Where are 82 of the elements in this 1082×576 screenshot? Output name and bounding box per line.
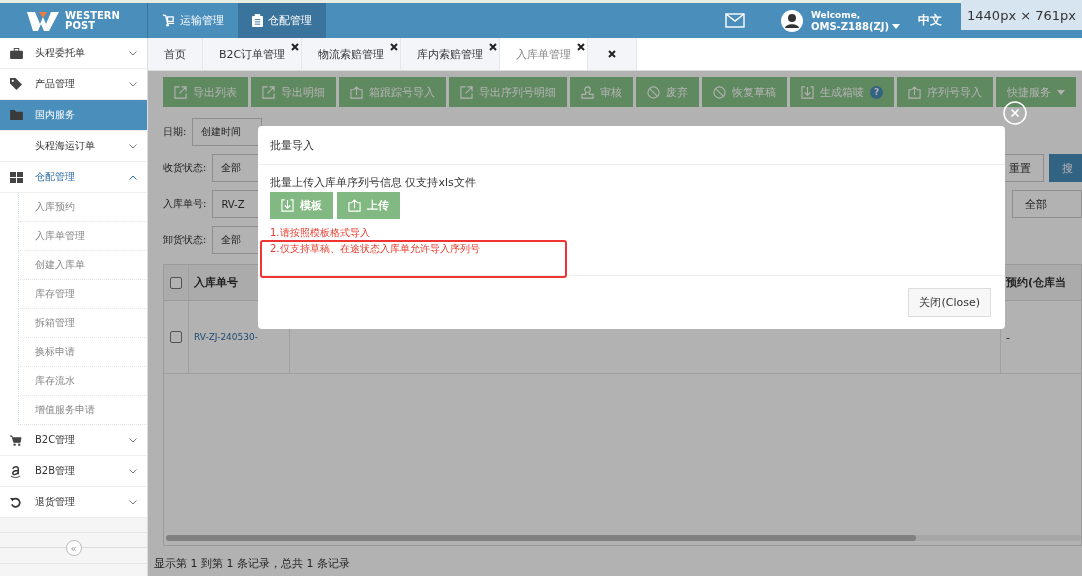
logo-text: POST (65, 20, 96, 31)
export-icon (174, 85, 187, 99)
toolbar-button[interactable]: 生成箱唛 ? (790, 77, 894, 107)
sidebar-subitem[interactable]: 入库预约 (18, 193, 147, 222)
close-icon[interactable] (291, 43, 300, 51)
amazon-a-icon (10, 464, 21, 478)
toolbar-button[interactable]: 导出列表 (163, 77, 248, 107)
sidebar-subitem[interactable]: 增值服务申请 (18, 396, 147, 425)
upload-button[interactable]: 上传 (337, 192, 400, 219)
briefcase-icon (10, 47, 23, 59)
size-label: 1440px × 761px (961, 0, 1082, 30)
toolbar-button[interactable]: 废弃 (636, 77, 699, 107)
ban-icon (713, 85, 726, 99)
upload-icon (908, 85, 921, 99)
page-tab[interactable]: 首页 (148, 38, 203, 70)
download-icon (281, 199, 294, 212)
toolbar-button[interactable]: 快捷服务 (996, 77, 1076, 107)
template-button[interactable]: 模板 (270, 192, 333, 219)
filter-label: 入库单号: (163, 197, 208, 211)
close-icon[interactable] (489, 43, 498, 51)
toolbar-button[interactable]: 箱跟踪号导入 (339, 77, 446, 107)
welcome-text: Welcome, (810, 8, 862, 21)
filter-label: 收货状态: (163, 161, 208, 175)
scrollbar-thumb[interactable] (166, 535, 916, 541)
page-tab[interactable]: 物流索赔管理 (302, 38, 402, 70)
sidebar-item[interactable]: 退货管理 (0, 487, 147, 518)
upload-icon (350, 85, 363, 99)
nav-tab[interactable]: 运输管理 (148, 3, 238, 38)
sidebar-subitem[interactable]: 换标申请 (18, 338, 147, 367)
sidebar-item[interactable]: 国内服务 (0, 100, 147, 131)
folder-icon (10, 110, 23, 120)
checkbox[interactable] (170, 331, 182, 343)
sidebar-item[interactable]: 头程委托单 (0, 38, 147, 69)
grid-icon (10, 171, 23, 183)
download-icon (801, 85, 814, 99)
close-icon[interactable] (390, 43, 399, 51)
collapse-button[interactable]: « (65, 540, 82, 556)
tag-icon (10, 78, 22, 90)
dialog-title: 批量导入 (258, 126, 1005, 165)
sidebar-item[interactable]: 仓配管理 (0, 162, 147, 193)
close-button[interactable]: 关闭(Close) (908, 288, 991, 317)
close-icon[interactable] (577, 43, 586, 51)
logo-text: WESTERN (65, 10, 120, 21)
order-link[interactable]: RV-ZJ-240530- (194, 332, 258, 342)
nav-tab[interactable]: 仓配管理 (238, 3, 326, 38)
upload-icon (348, 199, 361, 212)
user-icon (581, 85, 594, 99)
ban-icon (647, 85, 660, 99)
caret-icon (892, 24, 900, 29)
undo-icon (10, 496, 21, 508)
sidebar-item[interactable]: B2C管理 (0, 425, 147, 456)
sidebar-subitem[interactable]: 拆箱管理 (18, 309, 147, 338)
filter-label: 卸货状态: (163, 233, 208, 247)
sidebar-subitem[interactable]: 入库单管理 (18, 222, 147, 251)
toolbar-button[interactable]: 序列号导入 (897, 77, 993, 107)
dolly-icon (162, 14, 175, 27)
close-icon[interactable] (608, 50, 617, 58)
language-label[interactable]: 中文 (918, 12, 942, 29)
checkbox[interactable] (170, 276, 182, 289)
mail-icon[interactable] (724, 13, 745, 28)
user-menu[interactable]: OMS-Z188(ZJ) (810, 20, 900, 33)
toolbar-button[interactable]: 导出明细 (251, 77, 336, 107)
toolbar-button[interactable]: 导出序列号明细 (449, 77, 567, 107)
status-select[interactable]: 全部 (1012, 190, 1082, 218)
cart-icon (10, 434, 22, 446)
sidebar-item[interactable]: 头程海运订单 (0, 131, 147, 162)
search-button[interactable]: 搜 (1049, 154, 1082, 182)
clipboard-icon (252, 14, 263, 27)
avatar-icon[interactable] (780, 9, 803, 32)
sidebar-item[interactable]: B2B管理 (0, 456, 147, 487)
page-tab[interactable]: B2C订单管理 (203, 38, 303, 70)
export-icon (460, 85, 473, 99)
help-badge[interactable]: ? (870, 85, 883, 99)
sidebar-subitem[interactable]: 库存管理 (18, 280, 147, 309)
pagination-info: 显示第 1 到第 1 条记录，总共 1 条记录 (154, 556, 351, 571)
toolbar-button[interactable]: 恢复草稿 (702, 77, 787, 107)
sidebar-subitem[interactable]: 创建入库单 (18, 251, 147, 280)
logo-icon (27, 9, 60, 32)
filter-label: 日期: (163, 125, 188, 139)
page-tab[interactable]: 库内索赔管理 (401, 38, 501, 70)
export-icon (262, 85, 275, 99)
sidebar-subitem[interactable]: 库存流水 (18, 367, 147, 396)
